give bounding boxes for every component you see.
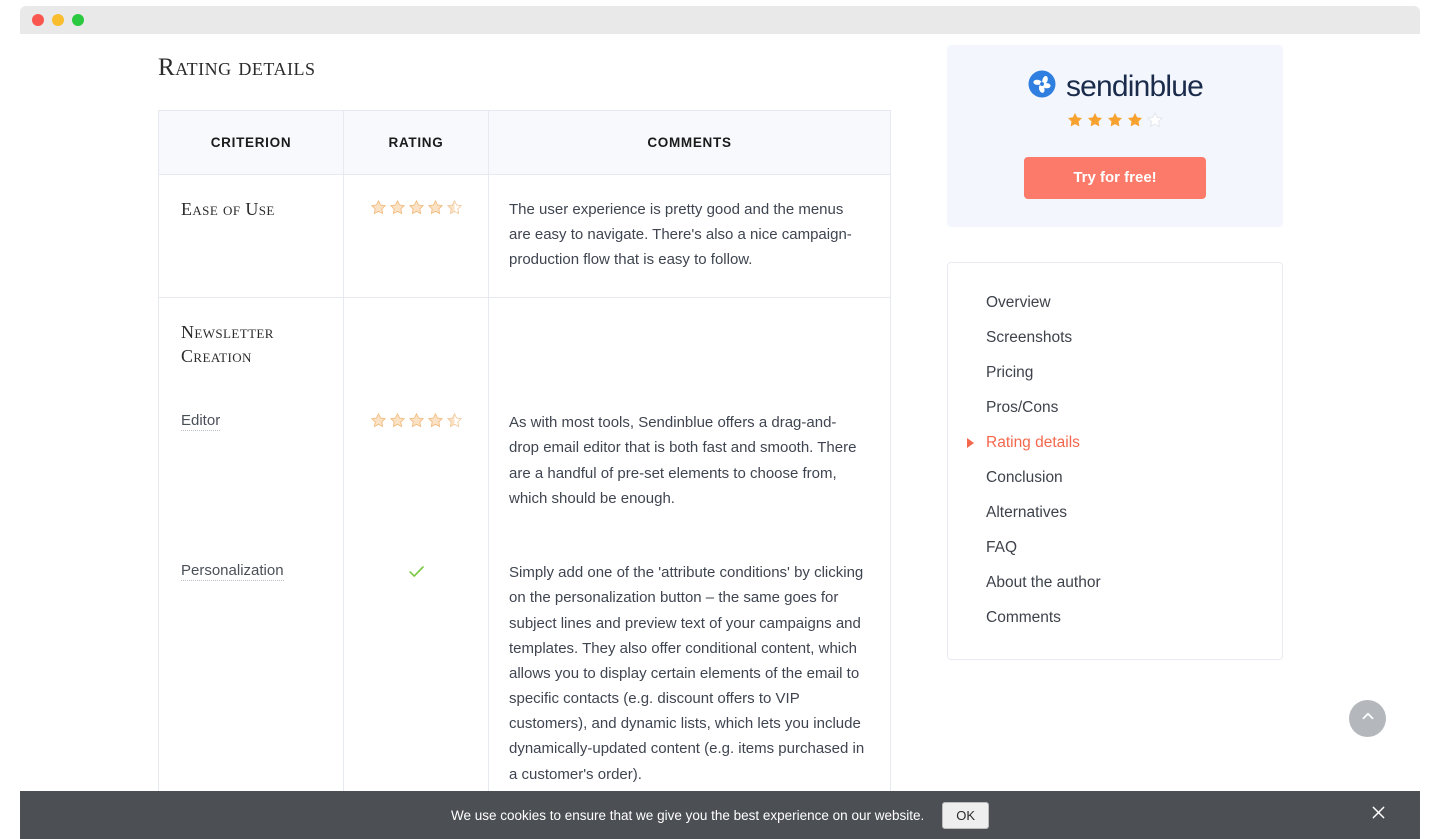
table-row: Ease of Use The user experience is prett… (158, 174, 891, 298)
table-row: Personalization Simply add one of the 'a… (158, 538, 891, 812)
toc-item-label: Screenshots (986, 328, 1073, 346)
browser-title-bar (20, 6, 1420, 34)
criterion-cell-newsletter-creation: Newsletter Creation (158, 296, 344, 389)
toc-item-label: Pros/Cons (986, 398, 1059, 416)
toc-item-label: Rating details (986, 433, 1080, 451)
table-row: Editor As with most tools, Sendinblue of… (158, 388, 891, 539)
page-title: Rating details (158, 54, 316, 81)
toc-item-label: Alternatives (986, 503, 1067, 521)
cookie-ok-button[interactable]: OK (942, 801, 990, 829)
promo-card: sendinblue Try for free! (947, 45, 1283, 227)
criterion-cell-personalization: Personalization (158, 538, 344, 812)
window-close-button[interactable] (32, 14, 44, 26)
toc-item-comments[interactable]: Comments (948, 600, 1282, 635)
window-minimize-button[interactable] (52, 14, 64, 26)
column-header-criterion: CRITERION (158, 110, 344, 175)
cookie-banner-text: We use cookies to ensure that we give yo… (450, 807, 925, 823)
comment-cell-personalization: Simply add one of the 'attribute conditi… (488, 538, 891, 812)
comment-cell-ease-of-use: The user experience is pretty good and t… (488, 174, 891, 298)
table-header-row: CRITERION RATING COMMENTS (158, 110, 891, 175)
toc-item-label: Pricing (986, 363, 1034, 381)
try-for-free-button[interactable]: Try for free! (1024, 157, 1206, 199)
toc-item-pricing[interactable]: Pricing (948, 355, 1282, 390)
promo-star-rating (947, 111, 1283, 134)
check-icon (407, 562, 426, 586)
table-header: CRITERION RATING COMMENTS (158, 110, 891, 175)
main-column: Rating details CRITERION RATING COMMENTS… (158, 54, 908, 812)
rating-cell-ease-of-use (343, 174, 489, 298)
toc-item-alternatives[interactable]: Alternatives (948, 495, 1282, 530)
rating-cell-newsletter-creation (343, 296, 489, 389)
promo-logo-row: sendinblue (947, 69, 1283, 104)
rating-cell-editor (343, 388, 489, 539)
right-sidebar: sendinblue Try for free! Overview Screen… (947, 45, 1283, 660)
toc-item-label: FAQ (986, 538, 1018, 556)
column-header-rating: RATING (343, 110, 489, 175)
table-row: Newsletter Creation (158, 296, 891, 389)
toc-item-conclusion[interactable]: Conclusion (948, 460, 1282, 495)
toc-item-label: About the author (986, 573, 1101, 591)
toc-item-pros-cons[interactable]: Pros/Cons (948, 390, 1282, 425)
toc-item-overview[interactable]: Overview (948, 285, 1282, 320)
table-body: Ease of Use The user experience is prett… (158, 174, 891, 812)
column-header-comments: COMMENTS (488, 110, 891, 175)
close-icon[interactable] (1369, 803, 1388, 827)
toc-item-label: Comments (986, 608, 1061, 626)
criterion-label-editor[interactable]: Editor (181, 412, 221, 432)
rating-cell-personalization (343, 538, 489, 812)
table-of-contents: Overview Screenshots Pricing Pros/Cons R… (947, 262, 1283, 660)
scroll-to-top-button[interactable] (1349, 700, 1386, 737)
star-rating-editor (370, 412, 463, 429)
toc-item-label: Overview (986, 293, 1051, 311)
toc-item-about-the-author[interactable]: About the author (948, 565, 1282, 600)
comment-cell-editor: As with most tools, Sendinblue offers a … (488, 388, 891, 539)
criterion-cell-editor: Editor (158, 388, 344, 539)
rating-details-table: CRITERION RATING COMMENTS Ease of Use Th… (158, 110, 891, 812)
star-rating-ease-of-use (370, 199, 463, 216)
toc-item-screenshots[interactable]: Screenshots (948, 320, 1282, 355)
criterion-cell-ease-of-use: Ease of Use (158, 174, 344, 298)
criterion-label-personalization[interactable]: Personalization (181, 562, 284, 582)
page-content: Rating details CRITERION RATING COMMENTS… (20, 34, 1420, 839)
toc-item-label: Conclusion (986, 468, 1063, 486)
active-marker-icon (967, 437, 974, 448)
comment-cell-newsletter-creation (488, 296, 891, 389)
toc-item-rating-details[interactable]: Rating details (948, 425, 1282, 460)
window-zoom-button[interactable] (72, 14, 84, 26)
sendinblue-pinwheel-icon (1027, 69, 1057, 104)
promo-brand-name: sendinblue (1065, 69, 1204, 103)
chevron-up-icon (1359, 707, 1377, 730)
toc-item-faq[interactable]: FAQ (948, 530, 1282, 565)
cookie-consent-banner: We use cookies to ensure that we give yo… (20, 791, 1420, 839)
